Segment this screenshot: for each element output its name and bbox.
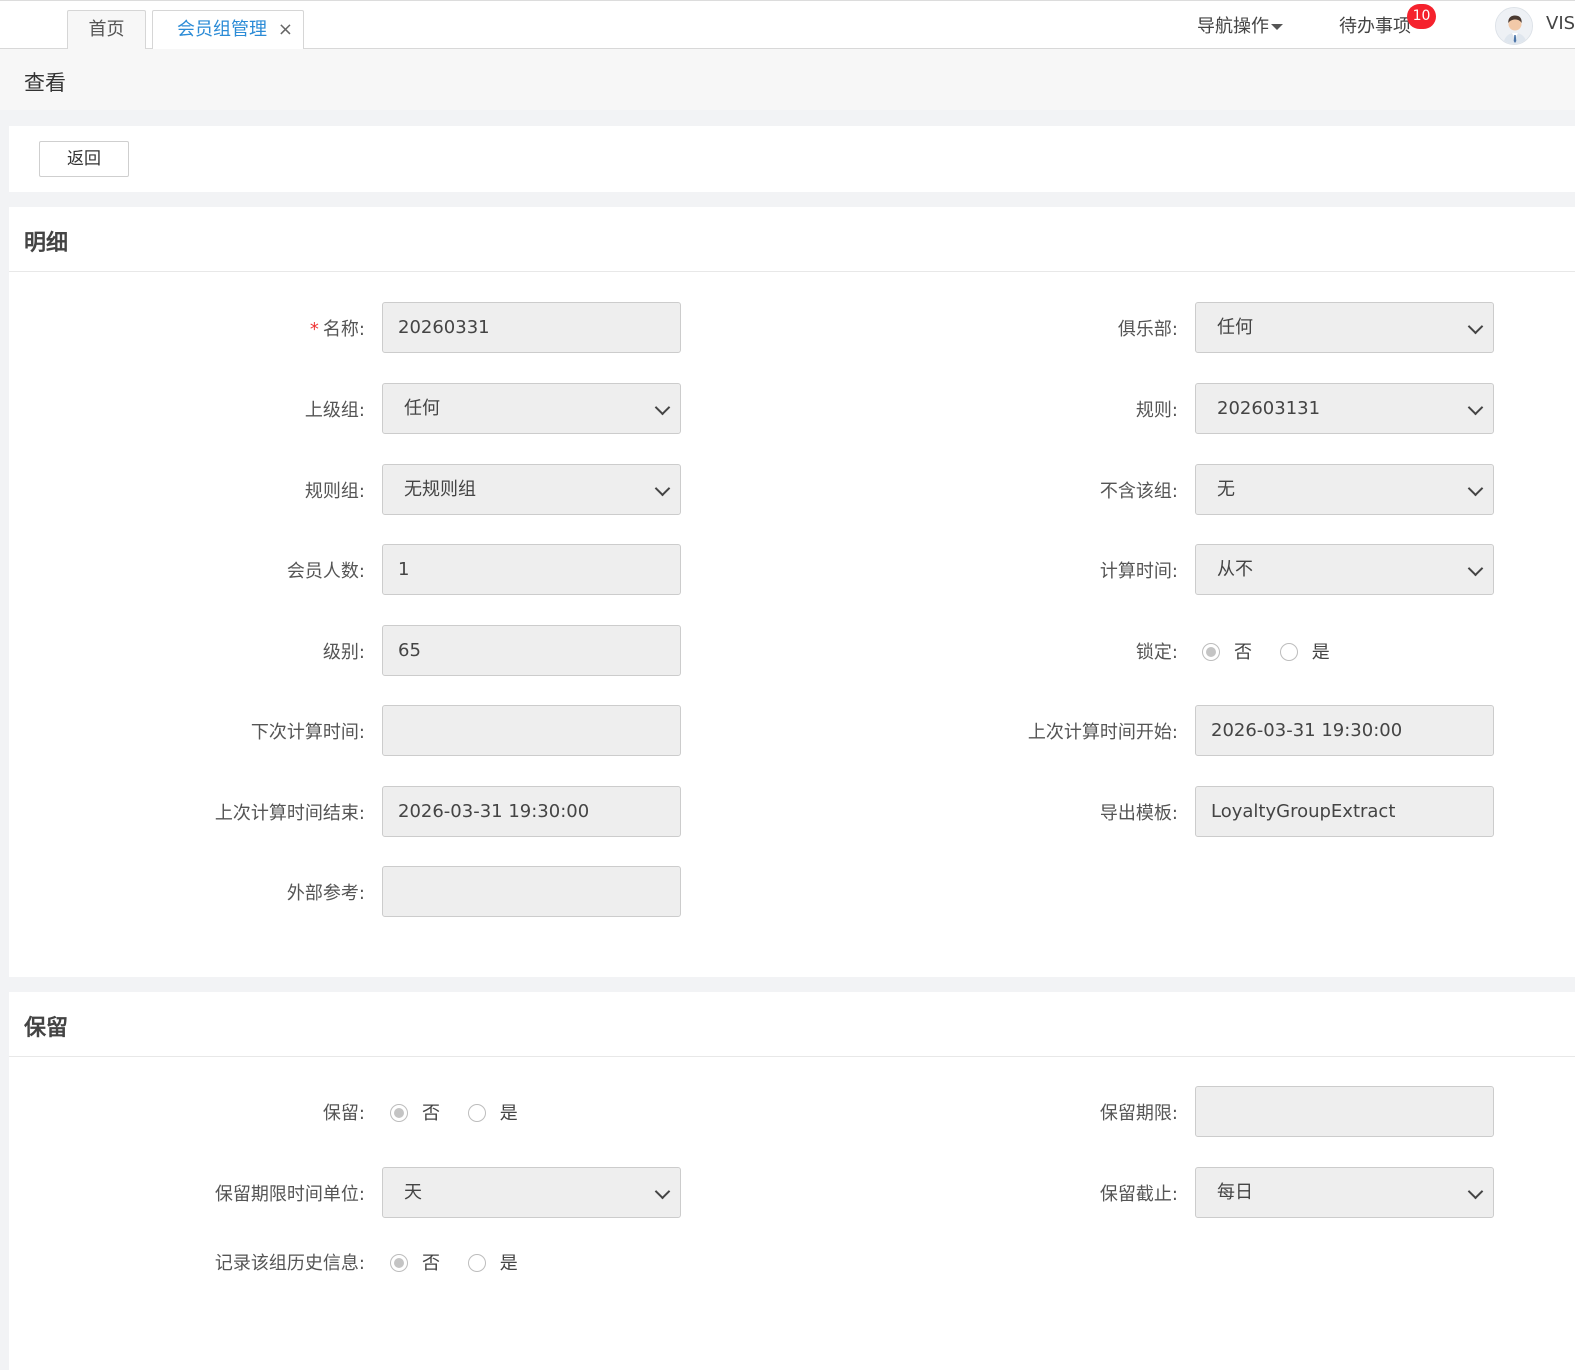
next-calc-time-input[interactable] xyxy=(382,705,681,756)
rule-group-select[interactable]: 无规则组 xyxy=(382,464,681,515)
chevron-down-icon xyxy=(654,480,671,497)
user-name[interactable]: VIS xyxy=(1546,13,1575,34)
rule-group-label: 规则组: xyxy=(304,481,365,502)
external-ref-input[interactable] xyxy=(382,866,681,917)
club-select-value: 任何 xyxy=(1217,317,1253,338)
next-calc-time-label: 下次计算时间: xyxy=(250,722,365,743)
lock-no-label: 否 xyxy=(1234,642,1252,663)
history-label: 记录该组历史信息: xyxy=(214,1253,365,1274)
rule-group-value: 无规则组 xyxy=(404,479,476,500)
lock-radio-group: 否 是 xyxy=(1202,638,1352,664)
retain-label: 保留: xyxy=(322,1103,365,1124)
calc-time-value: 从不 xyxy=(1217,559,1253,580)
retain-cutoff-select[interactable]: 每日 xyxy=(1195,1167,1494,1218)
calc-time-label: 计算时间: xyxy=(1099,561,1178,582)
required-star: * xyxy=(309,319,319,340)
top-bar: 首页 会员组管理 × 导航操作 待办事项 10 VIS xyxy=(0,0,1575,51)
parent-group-select[interactable]: 任何 xyxy=(382,383,681,434)
retain-unit-label: 保留期限时间单位: xyxy=(214,1184,365,1205)
member-count-input[interactable]: 1 xyxy=(382,544,681,595)
chevron-down-icon xyxy=(654,1183,671,1200)
tab-label: 会员组管理 xyxy=(177,19,267,40)
retain-panel: 保留 保留: 否 是 保留期限: 保留期限时间单位: 天 保留截止: 每日 记录… xyxy=(9,992,1575,1370)
club-label: 俱乐部: xyxy=(1117,319,1178,340)
lock-yes-radio[interactable] xyxy=(1279,643,1298,661)
history-no-radio[interactable] xyxy=(390,1254,408,1272)
user-avatar-icon[interactable] xyxy=(1495,7,1533,45)
chevron-down-icon xyxy=(1467,480,1484,497)
exclude-group-select[interactable]: 无 xyxy=(1195,464,1494,515)
retain-no-label: 否 xyxy=(422,1103,440,1124)
external-ref-label: 外部参考: xyxy=(286,883,365,904)
chevron-down-icon xyxy=(1467,1183,1484,1200)
history-radio-group: 否 是 xyxy=(390,1249,540,1275)
todo-count-badge: 10 xyxy=(1407,4,1436,29)
back-button[interactable]: 返回 xyxy=(39,141,129,177)
chevron-down-icon xyxy=(1467,318,1484,335)
chevron-down-icon xyxy=(1467,399,1484,416)
last-calc-end-input[interactable]: 2026-03-31 19:30:00 xyxy=(382,786,681,837)
exclude-group-value: 无 xyxy=(1217,479,1235,500)
close-icon[interactable]: × xyxy=(278,11,293,49)
divider xyxy=(9,1056,1575,1057)
chevron-down-icon xyxy=(1467,560,1484,577)
level-label: 级别: xyxy=(322,642,365,663)
nav-operations-label: 导航操作 xyxy=(1197,16,1269,37)
name-label: * 名称: xyxy=(310,315,365,341)
chevron-down-icon xyxy=(654,399,671,416)
retain-unit-select[interactable]: 天 xyxy=(382,1167,681,1218)
last-calc-start-label: 上次计算时间开始: xyxy=(1027,722,1178,743)
todo-link[interactable]: 待办事项 xyxy=(1339,12,1411,38)
lock-label: 锁定: xyxy=(1135,642,1178,663)
retain-period-label: 保留期限: xyxy=(1099,1103,1178,1124)
person-icon xyxy=(1496,8,1532,44)
parent-group-value: 任何 xyxy=(404,398,440,419)
detail-panel: 明细 * 名称: 20260331 俱乐部: 任何 上级组: 任何 规则: 202… xyxy=(9,207,1575,977)
page-title: 查看 xyxy=(24,71,66,95)
retain-period-input[interactable] xyxy=(1195,1086,1494,1137)
section-title-detail: 明细 xyxy=(24,231,69,256)
divider xyxy=(9,271,1575,272)
retain-cutoff-value: 每日 xyxy=(1217,1182,1253,1203)
export-template-label: 导出模板: xyxy=(1099,803,1178,824)
caret-down-icon xyxy=(1271,24,1283,30)
level-input[interactable]: 65 xyxy=(382,625,681,676)
section-title-retain: 保留 xyxy=(24,1016,69,1041)
history-yes-radio[interactable] xyxy=(467,1254,486,1272)
retain-yes-radio[interactable] xyxy=(467,1104,486,1122)
lock-no-radio[interactable] xyxy=(1202,643,1220,661)
page-header: 查看 xyxy=(0,49,1575,110)
last-calc-start-input[interactable]: 2026-03-31 19:30:00 xyxy=(1195,705,1494,756)
history-yes-label: 是 xyxy=(499,1253,518,1274)
club-select[interactable]: 任何 xyxy=(1195,302,1494,353)
last-calc-end-label: 上次计算时间结束: xyxy=(214,803,365,824)
retain-yes-label: 是 xyxy=(499,1103,518,1124)
name-input[interactable]: 20260331 xyxy=(382,302,681,353)
rule-label: 规则: xyxy=(1135,400,1178,421)
rule-select[interactable]: 202603131 xyxy=(1195,383,1494,434)
nav-operations-menu[interactable]: 导航操作 xyxy=(1197,12,1283,38)
calc-time-select[interactable]: 从不 xyxy=(1195,544,1494,595)
rule-value: 202603131 xyxy=(1217,398,1321,419)
history-no-label: 否 xyxy=(422,1253,440,1274)
retain-cutoff-label: 保留截止: xyxy=(1099,1184,1178,1205)
name-label-text: 名称: xyxy=(322,319,365,340)
tab-home[interactable]: 首页 xyxy=(67,10,146,50)
exclude-group-label: 不含该组: xyxy=(1099,481,1178,502)
lock-yes-label: 是 xyxy=(1311,642,1330,663)
toolbar-panel: 返回 xyxy=(9,126,1575,192)
tab-member-group-management[interactable]: 会员组管理 × xyxy=(152,10,304,51)
retain-unit-value: 天 xyxy=(404,1182,422,1203)
retain-no-radio[interactable] xyxy=(390,1104,408,1122)
member-count-label: 会员人数: xyxy=(286,561,365,582)
export-template-input[interactable]: LoyaltyGroupExtract xyxy=(1195,786,1494,837)
retain-radio-group: 否 是 xyxy=(390,1099,540,1125)
parent-group-label: 上级组: xyxy=(304,400,365,421)
